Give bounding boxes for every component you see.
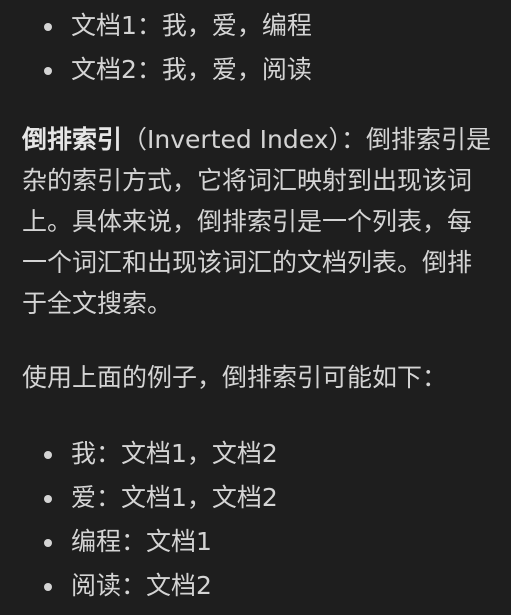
list-item-text: 文档1：我，爱，编程 — [71, 11, 312, 40]
definition-term: 倒排索引 — [22, 125, 123, 154]
list-item-text: 我：文档1，文档2 — [71, 439, 278, 468]
definition-line: 倒排索引（Inverted Index）：倒排索引是 — [22, 119, 511, 160]
document-list: 文档1：我，爱，编程 文档2：我，爱，阅读 — [0, 4, 312, 92]
inverted-index-list: 我：文档1，文档2 爱：文档1，文档2 编程：文档1 阅读：文档2 — [0, 432, 278, 608]
list-item-text: 阅读：文档2 — [71, 571, 212, 600]
bullet-icon — [44, 583, 52, 591]
list-item: 我：文档1，文档2 — [0, 432, 278, 476]
definition-line-text: （Inverted Index）：倒排索引是 — [122, 125, 492, 154]
list-item-text: 编程：文档1 — [71, 527, 212, 556]
list-item-text: 爱：文档1，文档2 — [71, 483, 278, 512]
definition-line: 杂的索引方式，它将词汇映射到出现该词 — [22, 166, 473, 195]
definition-paragraph: 倒排索引（Inverted Index）：倒排索引是 杂的索引方式，它将词汇映射… — [22, 119, 511, 324]
markdown-preview: 文档1：我，爱，编程 文档2：我，爱，阅读 倒排索引（Inverted Inde… — [0, 0, 511, 615]
bullet-icon — [44, 67, 52, 75]
list-item-text: 文档2：我，爱，阅读 — [71, 55, 312, 84]
list-item: 爱：文档1，文档2 — [0, 476, 278, 520]
bullet-icon — [44, 23, 52, 31]
definition-line: 一个词汇和出现该词汇的文档列表。倒排 — [22, 248, 473, 277]
definition-line: 于全文搜索。 — [22, 289, 173, 318]
list-item: 文档2：我，爱，阅读 — [0, 48, 312, 92]
list-item: 文档1：我，爱，编程 — [0, 4, 312, 48]
bullet-icon — [44, 495, 52, 503]
list-item: 阅读：文档2 — [0, 564, 278, 608]
bullet-icon — [44, 539, 52, 547]
example-intro: 使用上面的例子，倒排索引可能如下： — [22, 363, 448, 392]
list-item: 编程：文档1 — [0, 520, 278, 564]
bullet-icon — [44, 451, 52, 459]
definition-line: 上。具体来说，倒排索引是一个列表，每 — [22, 207, 473, 236]
